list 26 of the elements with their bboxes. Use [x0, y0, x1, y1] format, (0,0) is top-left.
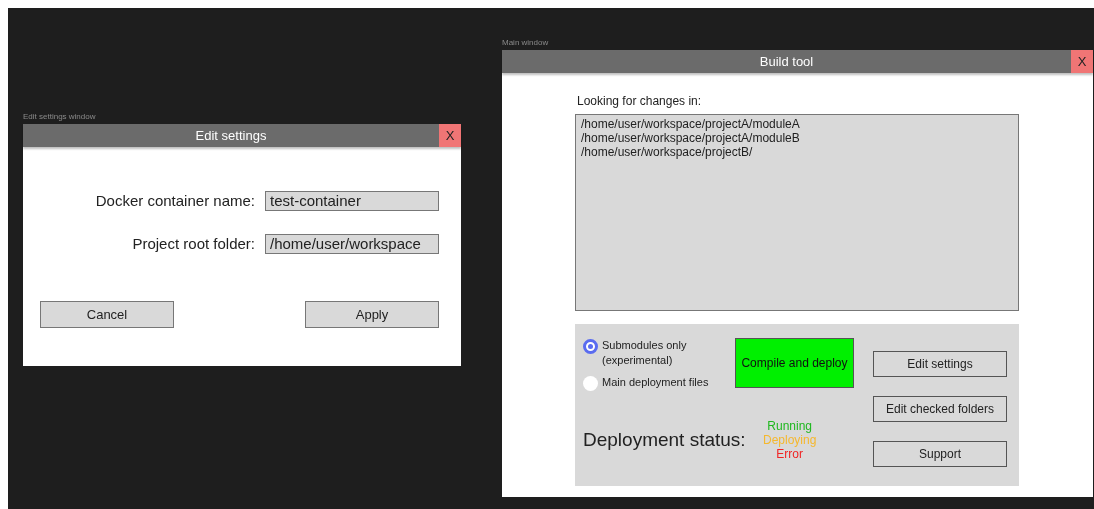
folder-path[interactable]: /home/user/workspace/projectA/moduleA — [581, 117, 1013, 131]
radio-option[interactable]: Main deployment files — [583, 375, 735, 391]
status-text: Running — [767, 419, 813, 433]
status-text: Error — [776, 447, 803, 461]
side-button[interactable]: Edit settings — [873, 351, 1007, 377]
text-field[interactable]: /home/user/workspace — [265, 233, 439, 254]
compile-deploy-button[interactable]: Compile and deploy — [735, 338, 854, 388]
window-title: Edit settings — [194, 126, 268, 145]
status-text: Deploying — [763, 433, 817, 447]
field-label: Docker container name: — [95, 191, 255, 211]
section-label: Looking for changes in: — [576, 93, 703, 110]
radio-option[interactable]: Submodules only (experimental) — [583, 338, 735, 368]
dialog-button[interactable]: Apply — [305, 301, 439, 328]
frame-label: Edit settings window — [23, 111, 96, 123]
side-button[interactable]: Support — [873, 441, 1007, 467]
status-label: Deployment status: — [583, 427, 747, 452]
field-label: Project root folder: — [132, 233, 255, 254]
folder-path[interactable]: /home/user/workspace/projectB/ — [581, 145, 1013, 159]
side-button[interactable]: Edit checked folders — [873, 396, 1007, 422]
close-button[interactable]: X — [1071, 50, 1093, 73]
dialog-button[interactable]: Cancel — [40, 301, 174, 328]
window-title: Build tool — [758, 52, 815, 71]
folder-path[interactable]: /home/user/workspace/projectA/moduleB — [581, 131, 1013, 145]
frame-label: Main window — [502, 37, 549, 49]
text-field[interactable]: test-container — [265, 191, 439, 212]
close-button[interactable]: X — [439, 124, 461, 147]
